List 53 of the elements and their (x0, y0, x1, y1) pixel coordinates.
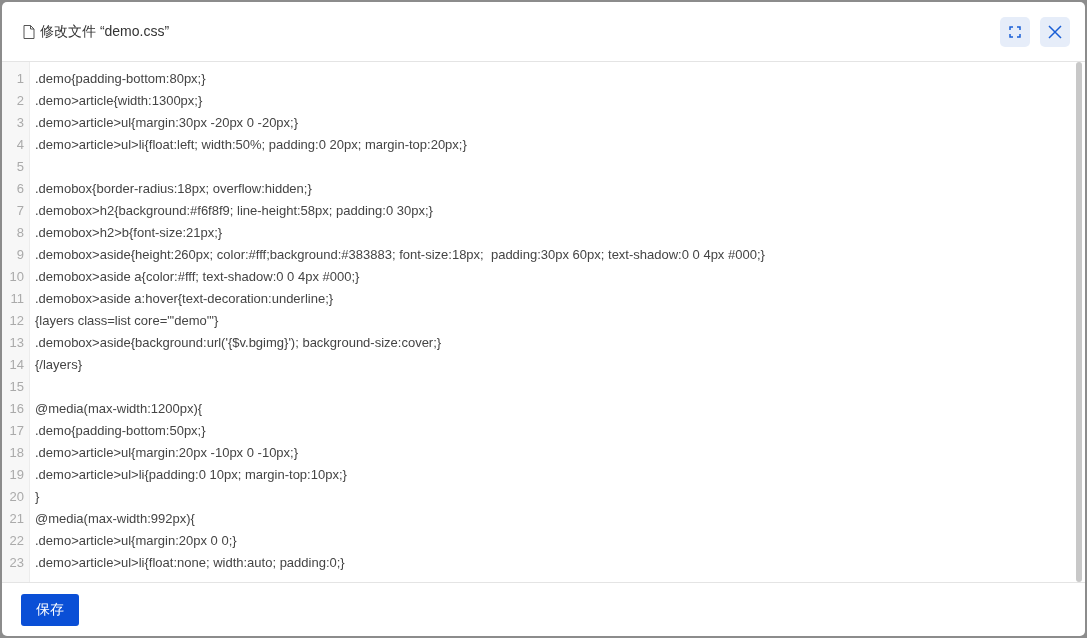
scrollbar[interactable] (1076, 62, 1082, 582)
code-line: .demobox{border-radius:18px; overflow:hidden;} (35, 180, 312, 196)
code-line: .demobox>aside{background:url('{$v.bgimg}'); background-size:cover;} (35, 334, 442, 350)
line-number: 9 (15, 246, 24, 262)
code-line: .demobox>aside a{color:#fff; text-shadow:0 0 4px #000;} (35, 268, 360, 284)
save-button[interactable]: 保存 (21, 593, 79, 626)
line-number: 16 (8, 400, 24, 416)
fullscreen-button[interactable] (1000, 16, 1030, 47)
close-icon (1048, 24, 1062, 39)
code-line: .demobox>h2>b{font-size:21px;} (35, 224, 223, 240)
line-number: 13 (8, 334, 24, 350)
code-line: .demo>article>ul>li{float:none; width:auto; padding:0;} (35, 554, 345, 570)
line-number: 5 (15, 158, 24, 174)
line-number: 7 (15, 202, 24, 218)
line-number: 8 (15, 224, 24, 240)
dialog-title: 修改文件 “demo.css” (40, 22, 170, 41)
line-number: 10 (8, 268, 24, 284)
line-number: 19 (8, 466, 24, 482)
code-line: .demo{padding-bottom:50px;} (35, 422, 206, 438)
line-number: 17 (8, 422, 24, 438)
code-line: .demo>article>ul>li{padding:0 10px; margin-top:10px;} (35, 466, 347, 482)
line-number: 22 (8, 532, 24, 548)
line-number: 4 (15, 136, 24, 152)
code-line: @media(max-width:992px){ (35, 510, 195, 526)
line-number: 6 (15, 180, 24, 196)
code-line: .demo>article>ul{margin:20px -10px 0 -10px;} (35, 444, 299, 460)
code-editor[interactable] (2, 62, 1085, 582)
line-number: 11 (9, 290, 24, 306)
line-number: 23 (8, 554, 24, 570)
line-number: 20 (8, 488, 24, 504)
line-number: 21 (8, 510, 24, 526)
line-number: 14 (8, 356, 24, 372)
file-icon (23, 24, 35, 39)
code-line: .demobox>aside{height:260px; color:#fff;background:#383883; font-size:18px; padding:30px 60px; text-shadow:0 0 4px #000;} (35, 246, 765, 262)
code-line: .demo>article>ul{margin:30px -20px 0 -20px;} (35, 114, 299, 130)
code-line: .demobox>aside a:hover{text-decoration:underline;} (35, 290, 334, 306)
line-number: 1 (15, 70, 24, 86)
code-line: .demo{padding-bottom:80px;} (35, 70, 206, 86)
code-line: } (35, 488, 40, 504)
code-line: .demo>article>ul>li{float:left; width:50%; padding:0 20px; margin-top:20px;} (35, 136, 467, 152)
line-number: 3 (15, 114, 24, 130)
line-number: 12 (8, 312, 24, 328)
close-button[interactable] (1040, 16, 1070, 47)
line-number: 15 (8, 378, 24, 394)
code-line: @media(max-width:1200px){ (35, 400, 203, 416)
code-line: {layers class=list core="'demo'"} (35, 312, 219, 328)
code-line: .demo>article>ul{margin:20px 0 0;} (35, 532, 237, 548)
code-line: .demo>article{width:1300px;} (35, 92, 203, 108)
code-line: {/layers} (35, 356, 82, 372)
line-number: 2 (15, 92, 24, 108)
line-number: 18 (8, 444, 24, 460)
expand-icon (1009, 25, 1021, 38)
code-line: .demobox>h2{background:#f6f8f9; line-height:58px; padding:0 30px;} (35, 202, 433, 218)
